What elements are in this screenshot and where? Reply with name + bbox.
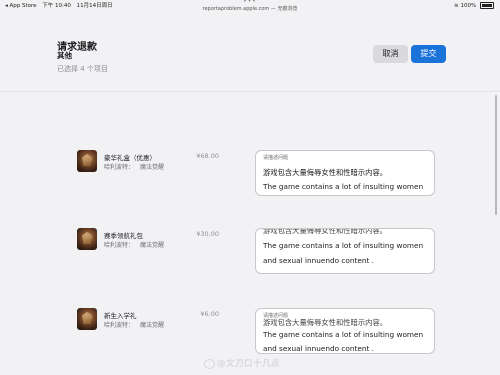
wifi-icon: ≋	[454, 3, 459, 9]
submit-button[interactable]: 提交	[411, 45, 446, 63]
item-name: 赛季领航礼包	[104, 232, 143, 240]
reason-textarea[interactable]: 请描述问题 游戏包含大量侮辱女性和性暗示内容。 The game contain…	[255, 150, 435, 196]
selected-count: 已选择 4 个项目	[57, 65, 108, 73]
status-right: ≋ 100%	[454, 0, 494, 12]
reason-line: The game contains a lot of insulting wom…	[263, 182, 424, 191]
item-developer-name: 哈利波特：	[104, 242, 135, 249]
reason-line: The game contains a lot of insulting wom…	[263, 241, 424, 250]
item-price: ¥68.00	[196, 152, 219, 160]
item-thumbnail	[77, 150, 97, 172]
item-developer: 哈利波特： 魔法觉醒	[104, 320, 164, 329]
watermark: @文刀口十几点	[204, 357, 280, 369]
item-price: ¥30.00	[196, 230, 219, 238]
reason-line: and sexual innuendo content .	[263, 256, 374, 265]
weibo-icon	[204, 358, 215, 369]
item-name: 新生入学礼	[104, 312, 137, 320]
item-developer-name: 哈利波特：	[104, 164, 135, 171]
reason-line: 游戏包含大量侮辱女性和性暗示内容。	[263, 318, 388, 327]
item-developer-name: 哈利波特：	[104, 322, 135, 329]
reason-line: The game contains a lot of insulting wom…	[263, 330, 424, 339]
item-game-name: 魔法觉醒	[140, 242, 165, 249]
item-game-name: 魔法觉醒	[140, 322, 165, 329]
battery-percent: 100%	[460, 3, 477, 9]
reason-placeholder: 请描述问题	[263, 155, 289, 161]
reason-textarea[interactable]: 请描述问题 游戏包含大量侮辱女性和性暗示内容。 The game contain…	[255, 308, 435, 354]
item-game-name: 魔法觉醒	[140, 164, 165, 171]
page-header: 请求退款 其他 已选择 4 个项目 取消 提交	[0, 12, 500, 92]
item-thumbnail	[77, 308, 97, 330]
reason-line: 游戏包含大量侮辱女性和性暗示内容。	[263, 228, 388, 235]
battery-icon	[480, 2, 494, 9]
item-name: 豪华礼盒（优惠）	[104, 154, 156, 162]
reason-textarea[interactable]: 游戏包含大量侮辱女性和性暗示内容。 The game contains a lo…	[255, 228, 435, 274]
refund-reason-subtitle: 其他	[57, 51, 72, 60]
cancel-button[interactable]: 取消	[373, 45, 408, 63]
item-price: ¥6.00	[200, 310, 219, 318]
item-developer: 哈利波特： 魔法觉醒	[104, 240, 164, 249]
item-thumbnail	[77, 228, 97, 250]
item-developer: 哈利波特： 魔法觉醒	[104, 162, 164, 171]
reason-line: 游戏包含大量侮辱女性和性暗示内容。	[263, 168, 388, 177]
status-bar: ◂ App Store 下午 10:40 11月14日周日 ••• report…	[0, 0, 500, 12]
scrollbar[interactable]	[495, 95, 497, 215]
reason-line: and sexual innuendo content .	[263, 344, 374, 353]
watermark-text: @文刀口十几点	[217, 359, 281, 369]
